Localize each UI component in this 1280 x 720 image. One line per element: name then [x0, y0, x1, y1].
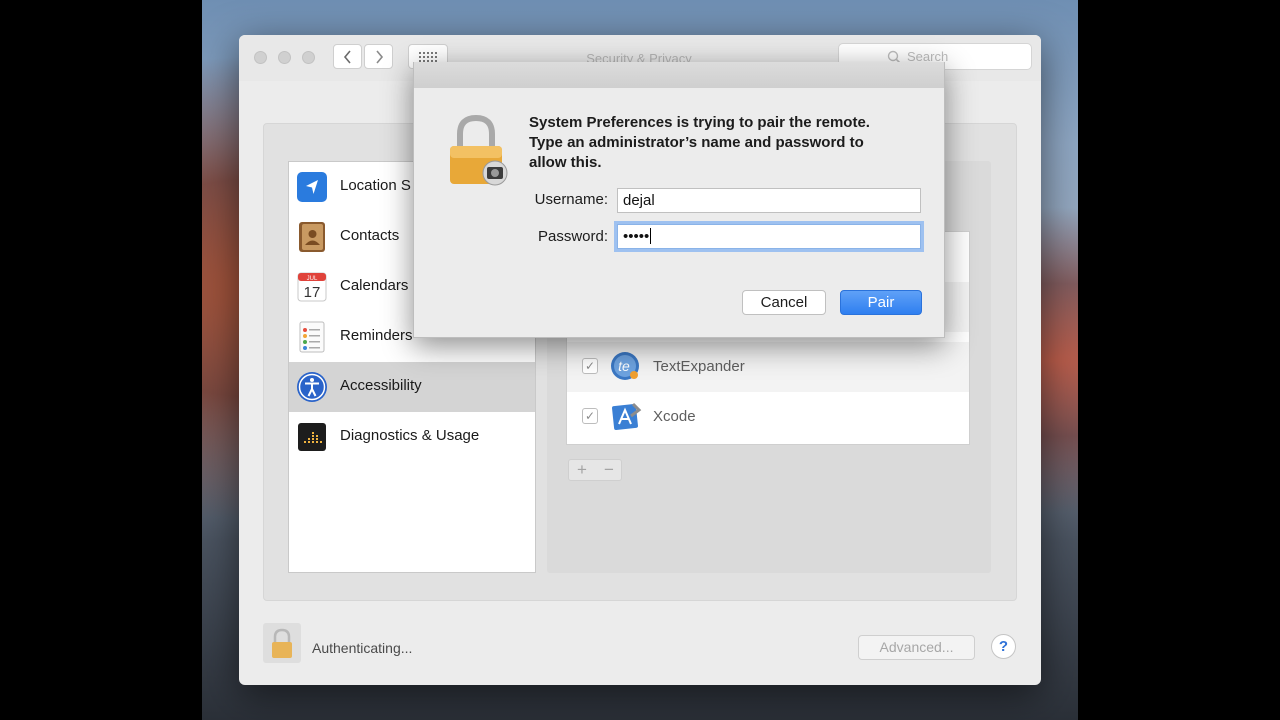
location-arrow-icon [297, 172, 327, 202]
sidebar-item-label: Location S [340, 177, 411, 194]
textexpander-checkbox[interactable]: ✓ [582, 358, 598, 374]
username-value: dejal [623, 192, 655, 209]
password-field[interactable]: ••••• [617, 224, 921, 249]
help-button[interactable]: ? [991, 634, 1016, 659]
app-name: Xcode [653, 408, 696, 425]
calendar-month-text: JUL [307, 276, 318, 282]
dialog-message-line: allow this. [529, 154, 602, 171]
reminders-list-icon [299, 321, 325, 353]
pair-button[interactable]: Pair [840, 290, 922, 315]
diagnostics-icon [298, 423, 326, 451]
authentication-status: Authenticating... [312, 640, 413, 656]
lock-button[interactable] [263, 623, 301, 663]
xcode-checkbox[interactable]: ✓ [582, 408, 598, 424]
sidebar-item-label: Diagnostics & Usage [340, 427, 480, 444]
authentication-dialog: System Preferences is trying to pair the… [413, 62, 945, 338]
username-field[interactable]: dejal [617, 188, 921, 213]
zoom-window-button[interactable] [302, 51, 315, 64]
close-window-button[interactable] [254, 51, 267, 64]
add-app-button[interactable]: + [569, 460, 595, 479]
xcode-icon [612, 402, 642, 430]
calendar-icon: JUL 17 [297, 272, 327, 302]
dialog-message-line: Type an administrator’s name and passwor… [529, 134, 864, 151]
advanced-button[interactable]: Advanced... [858, 635, 975, 660]
minimize-window-button[interactable] [278, 51, 291, 64]
forward-button[interactable] [364, 44, 393, 69]
sidebar-item-label: Calendars [340, 277, 409, 294]
svg-text:te: te [618, 358, 630, 374]
back-button[interactable] [333, 44, 362, 69]
dialog-message: System Preferences is trying to pair the… [529, 113, 929, 173]
password-label: Password: [537, 228, 608, 245]
cancel-button[interactable]: Cancel [742, 290, 826, 315]
chevron-right-icon [375, 50, 383, 64]
sidebar-item-label: Accessibility [340, 377, 422, 394]
remove-app-button[interactable]: − [596, 460, 622, 479]
username-label: Username: [534, 191, 608, 208]
grid-icon [419, 52, 437, 62]
sheet-titlebar [414, 62, 944, 88]
accessibility-icon [297, 372, 327, 402]
chevron-left-icon [343, 50, 351, 64]
padlock-icon [450, 114, 508, 186]
add-remove-control: + − [568, 459, 622, 481]
app-name: TextExpander [653, 358, 745, 375]
lock-icon [272, 628, 292, 658]
app-row-textexpander[interactable]: ✓ te TextExpander [567, 342, 969, 392]
password-masked-value: ••••• [623, 228, 650, 245]
contacts-book-icon [299, 222, 325, 252]
sidebar-item-diagnostics-usage[interactable]: Diagnostics & Usage [289, 412, 535, 462]
textexpander-icon: te [611, 352, 639, 380]
app-row-xcode[interactable]: ✓ Xcode [567, 392, 969, 442]
text-caret [650, 228, 652, 244]
sidebar-item-accessibility[interactable]: Accessibility [289, 362, 535, 412]
dialog-message-line: System Preferences is trying to pair the… [529, 114, 870, 131]
sidebar-item-label: Contacts [340, 227, 400, 244]
sidebar-item-label: Reminders [340, 327, 413, 344]
calendar-day-text: 17 [304, 284, 321, 301]
